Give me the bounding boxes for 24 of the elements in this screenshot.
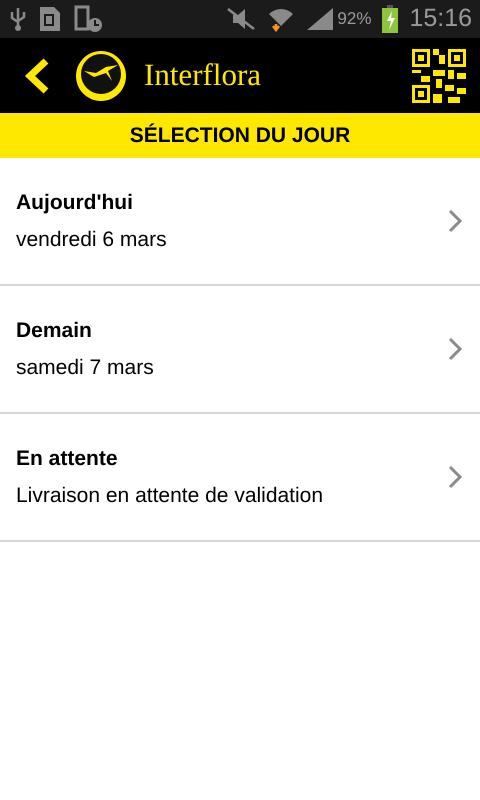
- item-subtitle: Livraison en attente de validation: [16, 483, 324, 509]
- qr-code-icon[interactable]: [412, 48, 466, 102]
- chevron-right-icon: [448, 209, 462, 233]
- chevron-right-icon: [448, 337, 462, 361]
- usb-icon: [8, 6, 28, 32]
- chevron-right-icon: [448, 465, 462, 489]
- item-title: En attente: [16, 446, 119, 472]
- item-title: Demain: [16, 318, 93, 344]
- mute-icon: [225, 7, 258, 31]
- app-title: Interflora: [144, 56, 262, 94]
- item-subtitle: vendredi 6 mars: [16, 227, 168, 253]
- wifi-icon: [267, 6, 296, 32]
- back-icon[interactable]: [24, 58, 50, 94]
- phone-clock-icon: [74, 5, 104, 33]
- item-subtitle: samedi 7 mars: [16, 355, 155, 381]
- battery-percentage: 92%: [337, 8, 372, 30]
- section-header: SÉLECTION DU JOUR: [0, 113, 480, 158]
- list-item[interactable]: En attente Livraison en attente de validation: [0, 414, 480, 542]
- clock: 15:16: [409, 3, 472, 34]
- signal-icon: [305, 6, 336, 32]
- list-item[interactable]: Aujourd'hui vendredi 6 mars: [0, 158, 480, 286]
- item-title: Aujourd'hui: [16, 190, 134, 216]
- list-item[interactable]: Demain samedi 7 mars: [0, 286, 480, 414]
- battery-charging-icon: [381, 5, 400, 33]
